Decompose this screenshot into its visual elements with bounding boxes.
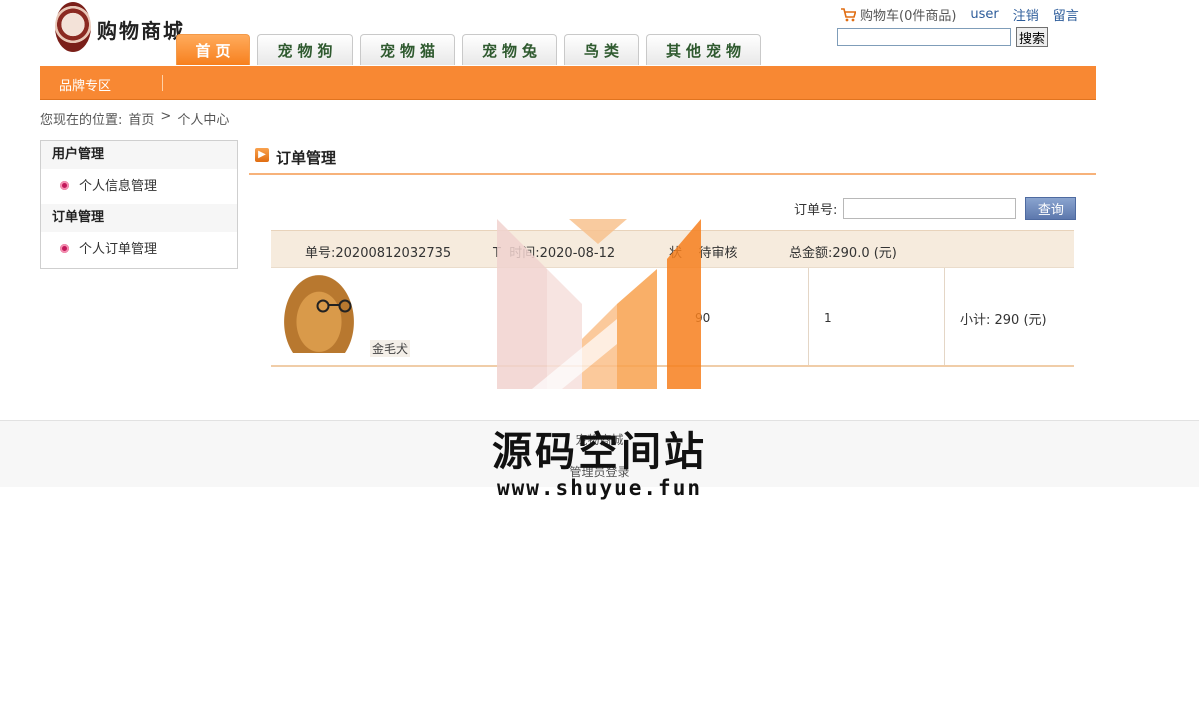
item-subtotal: 小计: 290 (元) [960, 313, 1047, 328]
tab-birds[interactable]: 鸟类 [564, 34, 639, 65]
breadcrumb: 您现在的位置: 首页 > 个人中心 [40, 109, 229, 128]
tab-cats[interactable]: 宠物猫 [360, 34, 455, 65]
site-logo[interactable]: 购物商城 [55, 2, 183, 54]
sidebar-item-label: 个人信息管理 [79, 179, 158, 194]
order-query-button[interactable]: 查询 [1025, 197, 1077, 220]
order-total: 总金额:290.0 (元) [789, 246, 897, 261]
order-search: 订单号: 查询 [794, 197, 1077, 220]
order-number: 单号:20200812032735 [305, 246, 452, 261]
glasses-icon [316, 299, 352, 313]
sidebar-item-label: 个人订单管理 [79, 242, 158, 257]
sidebar: 用户管理 个人信息管理 订单管理 个人订单管理 [40, 140, 238, 269]
message-link[interactable]: 留言 [1053, 5, 1079, 24]
sidebar-item-my-orders[interactable]: 个人订单管理 [41, 232, 237, 267]
sidebar-group-user: 用户管理 [41, 141, 237, 169]
order-number-input[interactable] [843, 198, 1017, 219]
sidebar-group-orders: 订单管理 [41, 204, 237, 232]
cart-link[interactable]: 购物车(0件商品) [840, 5, 956, 24]
logout-link[interactable]: 注销 [1013, 5, 1039, 24]
order-number-label: 订单号: [794, 203, 838, 218]
logo-seal-icon [55, 2, 91, 52]
cell-divider [808, 268, 809, 365]
section-arrow-icon: ▶ [255, 148, 269, 162]
main-nav: 首页 宠物狗 宠物猫 宠物兔 鸟类 其他宠物 [176, 34, 761, 65]
product-image[interactable] [284, 275, 354, 353]
tab-other-pets[interactable]: 其他宠物 [646, 34, 761, 65]
watermark-logo-icon [497, 219, 701, 389]
breadcrumb-current: 个人中心 [177, 113, 230, 128]
tab-dogs[interactable]: 宠物狗 [257, 34, 353, 65]
sidebar-item-profile[interactable]: 个人信息管理 [41, 169, 237, 204]
site-search: 搜索 [837, 27, 1049, 47]
cart-label: 购物车(0件商品) [860, 9, 957, 24]
watermark-title: 源码空间站 [492, 429, 707, 475]
watermark-url: www.shuyue.fun [496, 476, 702, 500]
page-title: 订单管理 [276, 149, 337, 167]
tab-rabbits[interactable]: 宠物兔 [462, 34, 557, 65]
breadcrumb-separator: > [160, 109, 172, 124]
item-quantity: 1 [824, 311, 832, 325]
user-link[interactable]: user [970, 7, 998, 22]
search-input[interactable] [837, 28, 1011, 46]
breadcrumb-home[interactable]: 首页 [128, 109, 154, 128]
cell-divider [944, 268, 945, 365]
content-header: ▶ 订单管理 [249, 140, 1096, 175]
bullet-icon [60, 244, 69, 253]
brand-zone-link[interactable]: 品牌专区 [59, 75, 111, 94]
breadcrumb-prefix: 您现在的位置: [40, 113, 123, 128]
tab-home[interactable]: 首页 [176, 34, 250, 65]
logo-text: 购物商城 [97, 19, 185, 43]
bullet-icon [60, 181, 69, 190]
brand-bar-divider [162, 75, 163, 91]
top-links: 购物车(0件商品) user 注销 留言 [840, 5, 1079, 24]
brand-bar: 品牌专区 [40, 66, 1096, 100]
cart-icon [841, 7, 856, 21]
search-button[interactable]: 搜索 [1016, 27, 1049, 47]
product-name[interactable]: 金毛犬 [370, 340, 411, 357]
